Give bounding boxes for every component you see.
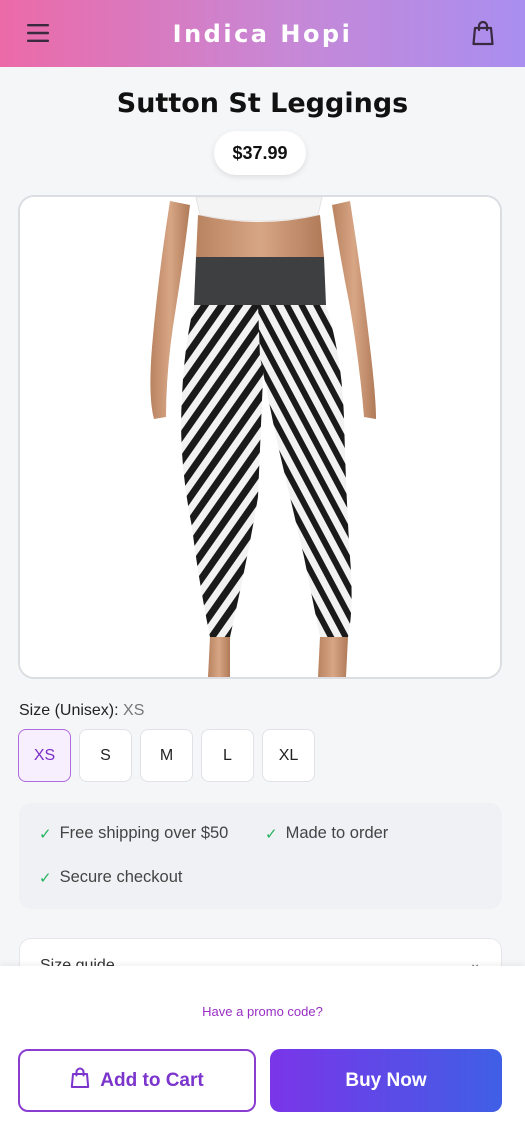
size-option-s[interactable]: S xyxy=(79,729,132,782)
feature-item: ✓ Free shipping over $50 xyxy=(39,824,228,843)
size-option-m[interactable]: M xyxy=(140,729,193,782)
product-title: Sutton St Leggings xyxy=(116,88,409,119)
shopping-bag-icon[interactable] xyxy=(471,20,495,46)
bottom-action-bar: Have a promo code? Add to Cart Buy Now xyxy=(0,966,525,1134)
size-selector: XS S M L XL xyxy=(18,729,315,782)
feature-item: ✓ Made to order xyxy=(265,824,388,843)
size-option-l[interactable]: L xyxy=(201,729,254,782)
selected-size-value: XS xyxy=(123,702,145,719)
size-label: Size (Unisex): XS xyxy=(19,702,144,720)
checkmark-icon: ✓ xyxy=(39,869,52,887)
feature-text: Made to order xyxy=(285,824,389,842)
price-badge: $37.99 xyxy=(214,131,306,175)
add-to-cart-label: Add to Cart xyxy=(100,1069,204,1091)
shopping-bag-icon xyxy=(70,1067,90,1095)
feature-list: ✓ Free shipping over $50 ✓ Made to order… xyxy=(19,803,502,909)
size-label-text: Size (Unisex): xyxy=(19,702,119,719)
size-option-xs[interactable]: XS xyxy=(18,729,71,782)
checkmark-icon: ✓ xyxy=(39,825,52,843)
size-option-xl[interactable]: XL xyxy=(262,729,315,782)
brand-logo[interactable]: Indica Hopi xyxy=(173,20,353,48)
feature-text: Secure checkout xyxy=(59,868,183,886)
promo-code-link[interactable]: Have a promo code? xyxy=(0,1004,525,1019)
feature-text: Free shipping over $50 xyxy=(59,824,229,842)
add-to-cart-button[interactable]: Add to Cart xyxy=(18,1049,256,1112)
hamburger-menu-icon[interactable] xyxy=(26,22,50,44)
buy-now-button[interactable]: Buy Now xyxy=(270,1049,502,1112)
checkmark-icon: ✓ xyxy=(265,825,278,843)
app-header: Indica Hopi xyxy=(0,0,525,67)
feature-item: ✓ Secure checkout xyxy=(39,868,182,887)
product-image[interactable] xyxy=(18,195,502,679)
